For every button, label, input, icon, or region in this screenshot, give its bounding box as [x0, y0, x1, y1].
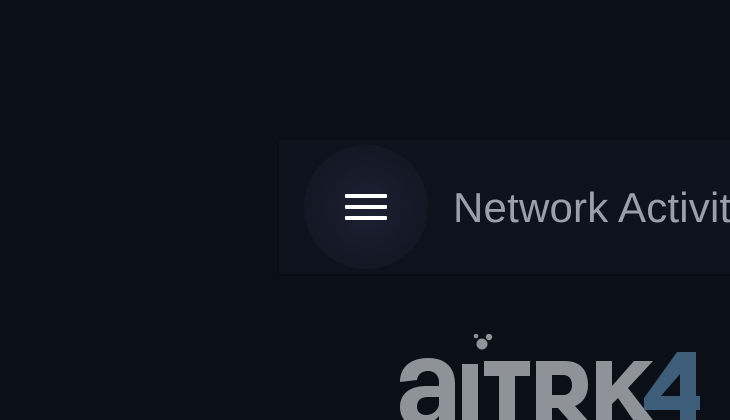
page-title: Network Activity: [453, 184, 730, 231]
app-bar: Network Activity: [279, 140, 730, 274]
content-area: [279, 276, 730, 420]
menu-button[interactable]: [304, 145, 428, 269]
top-gap: [279, 0, 730, 140]
aitrk4-logo: [400, 334, 700, 420]
app-screen: Network Activity: [0, 0, 730, 420]
hamburger-menu-icon: [345, 192, 387, 222]
main-area: Network Activity: [279, 0, 730, 420]
left-panel: [0, 0, 280, 420]
